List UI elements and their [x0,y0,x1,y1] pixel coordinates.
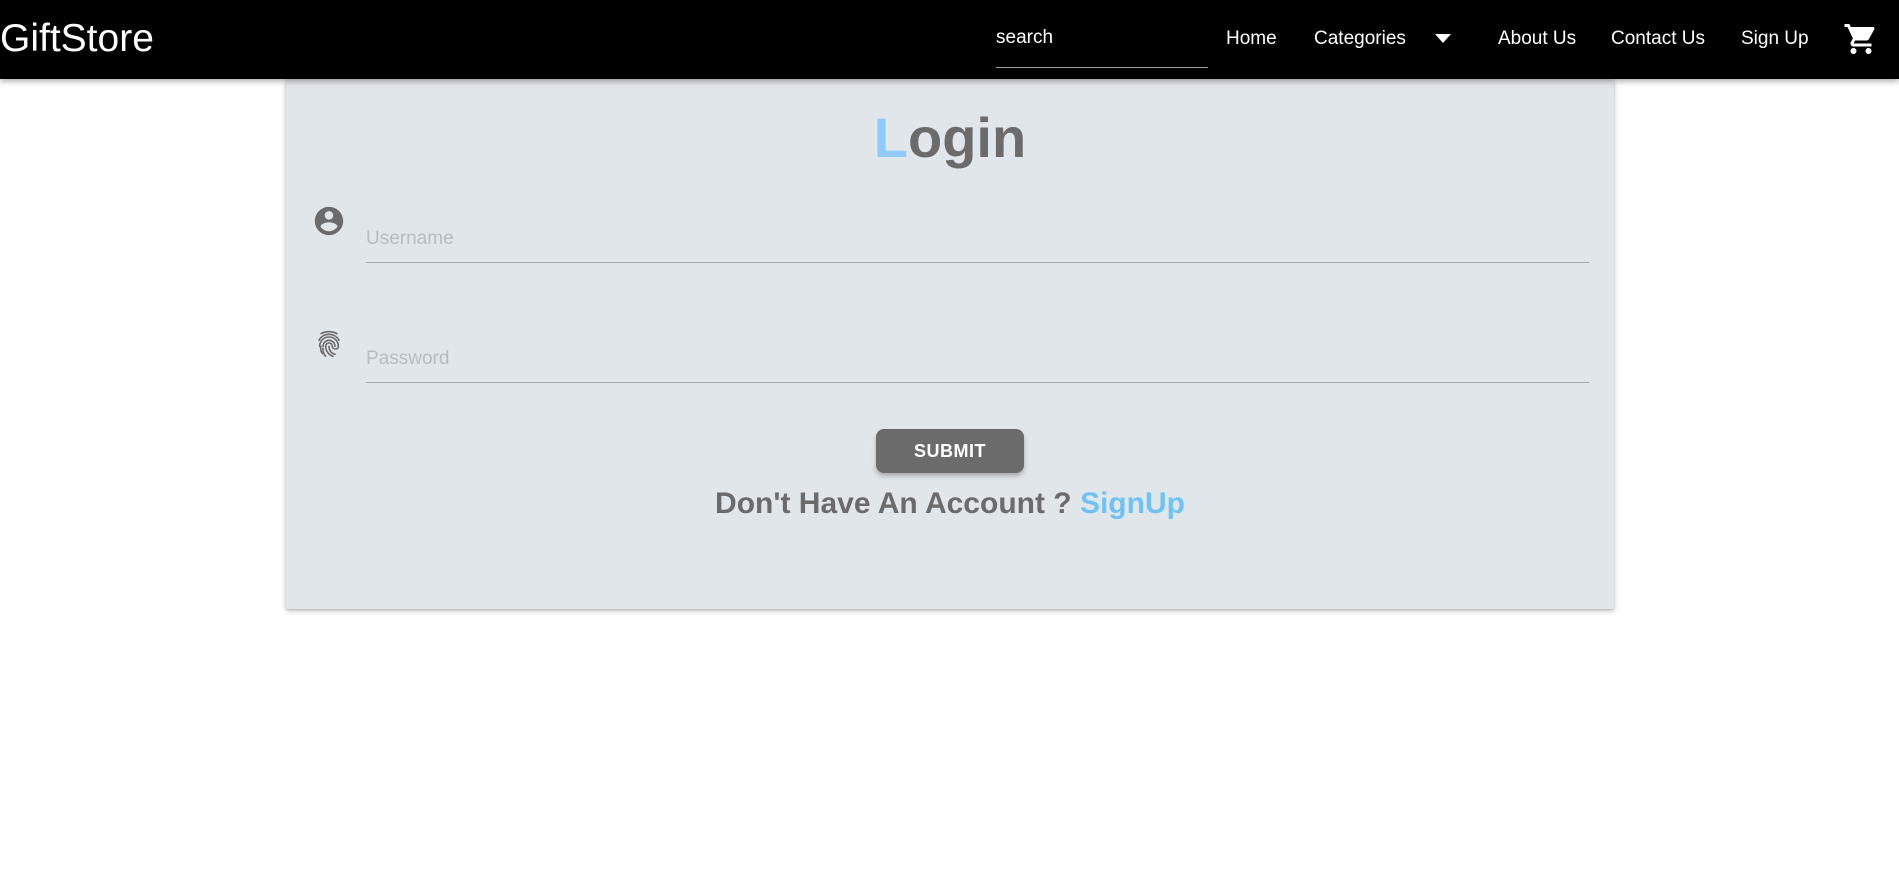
account-circle-icon [311,203,347,239]
signup-prompt-text: Don't Have An Account ? [715,487,1080,520]
nav-categories-link[interactable]: Categories [1314,26,1406,52]
brand-logo[interactable]: GiftStore [0,16,154,62]
nav-contact-link[interactable]: Contact Us [1611,26,1705,52]
login-title: Login [286,107,1614,169]
password-field [366,337,1589,383]
signup-prompt: Don't Have An Account ? SignUp [286,485,1614,523]
password-input[interactable] [366,337,1589,381]
username-input[interactable] [366,217,1589,261]
login-title-accent-letter: L [873,106,909,169]
nav-about-link[interactable]: About Us [1498,26,1576,52]
search-field [996,18,1208,68]
login-card: Login SUBMIT Don't Have An Account ? Sig… [286,79,1614,609]
nav-signup-link[interactable]: Sign Up [1741,26,1809,52]
search-input[interactable] [996,18,1208,58]
fingerprint-icon [311,327,347,363]
signup-link[interactable]: SignUp [1080,487,1185,520]
username-field [366,217,1589,263]
nav-home-link[interactable]: Home [1226,26,1277,52]
top-navbar: GiftStore Home Categories About Us Conta… [0,0,1899,79]
submit-button[interactable]: SUBMIT [876,429,1024,473]
shopping-cart-icon[interactable] [1842,20,1880,58]
arrow-drop-down-icon[interactable] [1432,27,1454,51]
login-title-rest: ogin [908,106,1027,169]
